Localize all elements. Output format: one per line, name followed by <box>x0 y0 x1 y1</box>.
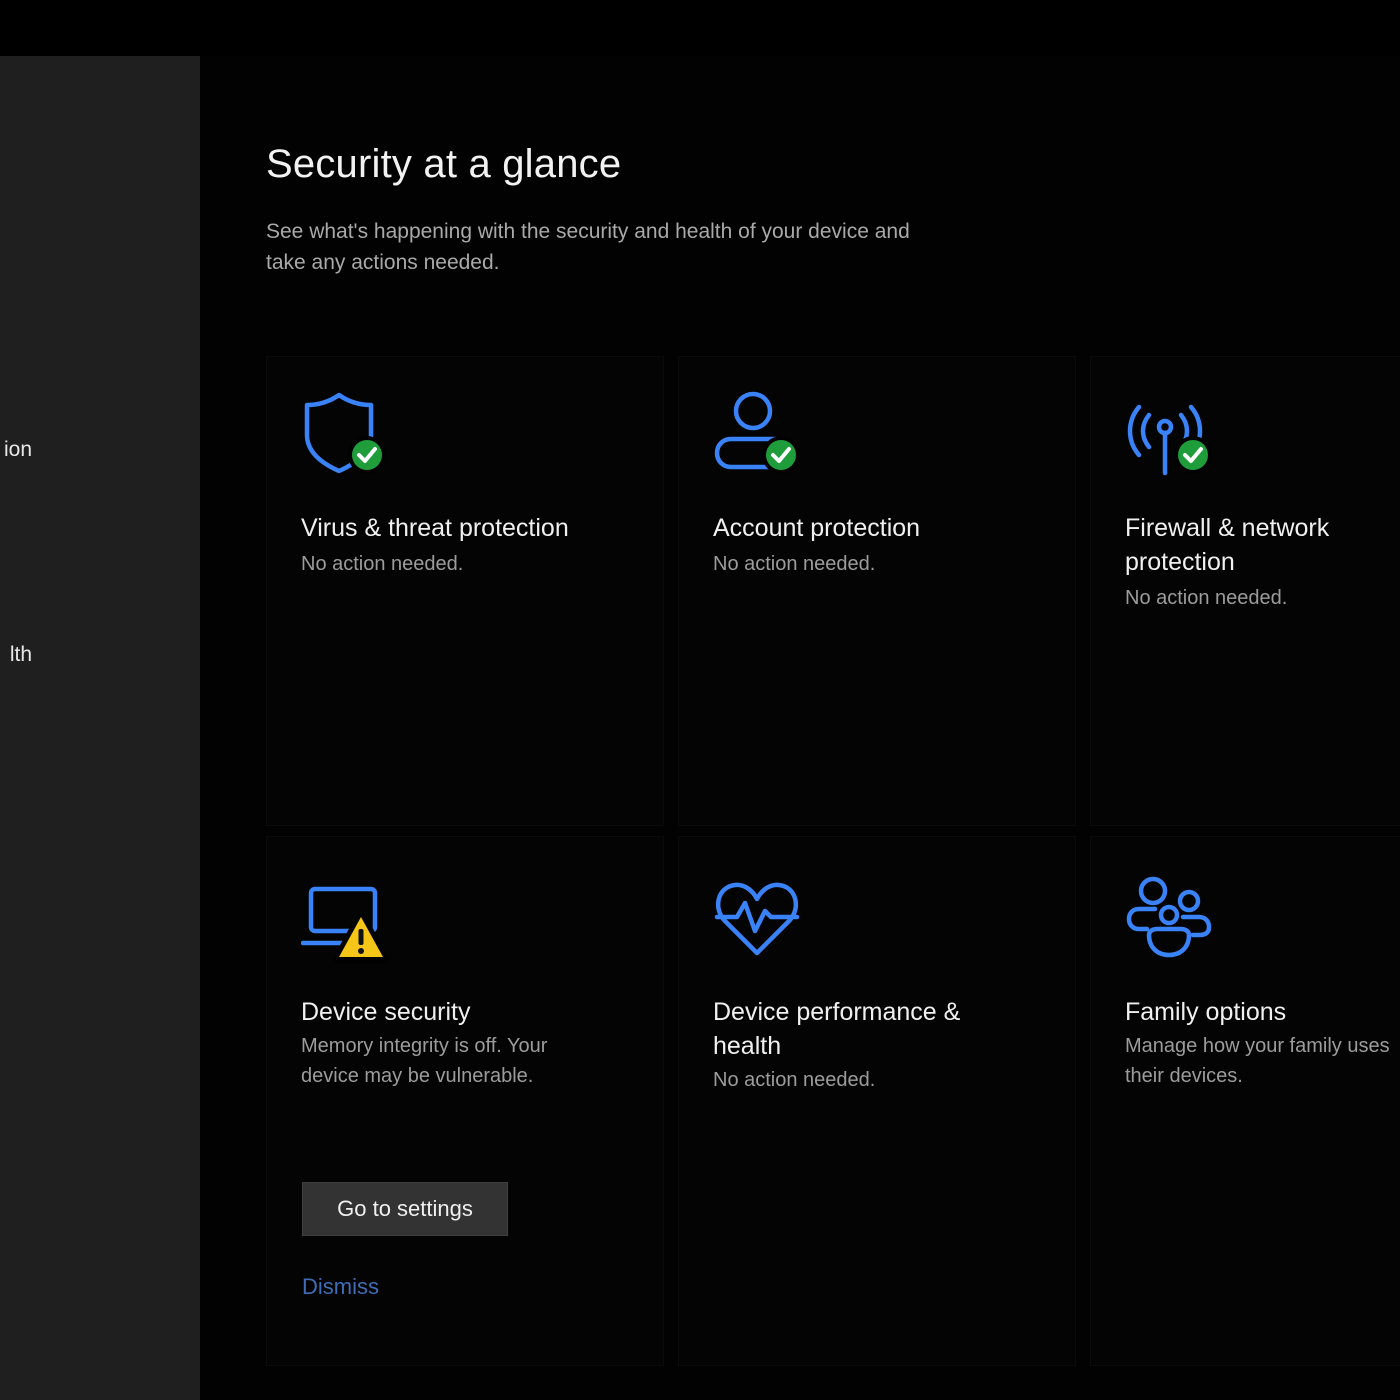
tile-device-performance-health[interactable]: Device performance & health No action ne… <box>678 836 1076 1366</box>
main-panel: Security at a glance See what's happenin… <box>200 56 1400 1400</box>
sidebar-item-health[interactable]: lth <box>0 625 200 685</box>
tile-status: No action needed. <box>713 553 876 575</box>
check-badge-icon <box>1178 440 1208 470</box>
shield-icon <box>304 392 386 474</box>
tile-status: Manage how your family uses their device… <box>1125 1035 1390 1087</box>
tile-status: No action needed. <box>301 553 464 575</box>
dismiss-link[interactable]: Dismiss <box>302 1274 379 1300</box>
laptop-icon <box>301 886 389 963</box>
tile-status: Memory integrity is off. Your device may… <box>301 1035 548 1087</box>
tile-title: Firewall & network protection <box>1125 514 1330 576</box>
tile-title: Device security <box>301 998 471 1026</box>
page-subtitle: See what's happening with the security a… <box>266 220 910 274</box>
tile-virus-threat-protection[interactable]: Virus & threat protection No action need… <box>266 356 664 826</box>
check-badge-icon <box>352 440 382 470</box>
tile-status: No action needed. <box>713 1069 876 1091</box>
family-icon <box>1126 876 1212 958</box>
person-icon <box>714 391 800 474</box>
sidebar: ion lth <box>0 56 200 1400</box>
go-to-settings-button[interactable]: Go to settings <box>302 1182 508 1236</box>
tile-firewall-network-protection[interactable]: Firewall & network protection No action … <box>1090 356 1400 826</box>
tile-title: Family options <box>1125 998 1287 1026</box>
heart-pulse-icon <box>714 882 800 956</box>
tile-title: Virus & threat protection <box>301 514 569 542</box>
antenna-icon <box>1127 404 1212 476</box>
tile-account-protection[interactable]: Account protection No action needed. <box>678 356 1076 826</box>
sidebar-item-label: ion <box>3 438 32 461</box>
sidebar-item-protection[interactable]: ion <box>0 420 200 480</box>
tile-title: Device performance & health <box>713 998 961 1060</box>
check-badge-icon <box>766 440 796 470</box>
tile-family-options[interactable]: Family options Manage how your family us… <box>1090 836 1400 1366</box>
tile-title: Account protection <box>713 514 921 542</box>
page-title: Security at a glance <box>266 142 622 186</box>
sidebar-item-label: lth <box>9 643 32 666</box>
tile-status: No action needed. <box>1125 587 1288 609</box>
